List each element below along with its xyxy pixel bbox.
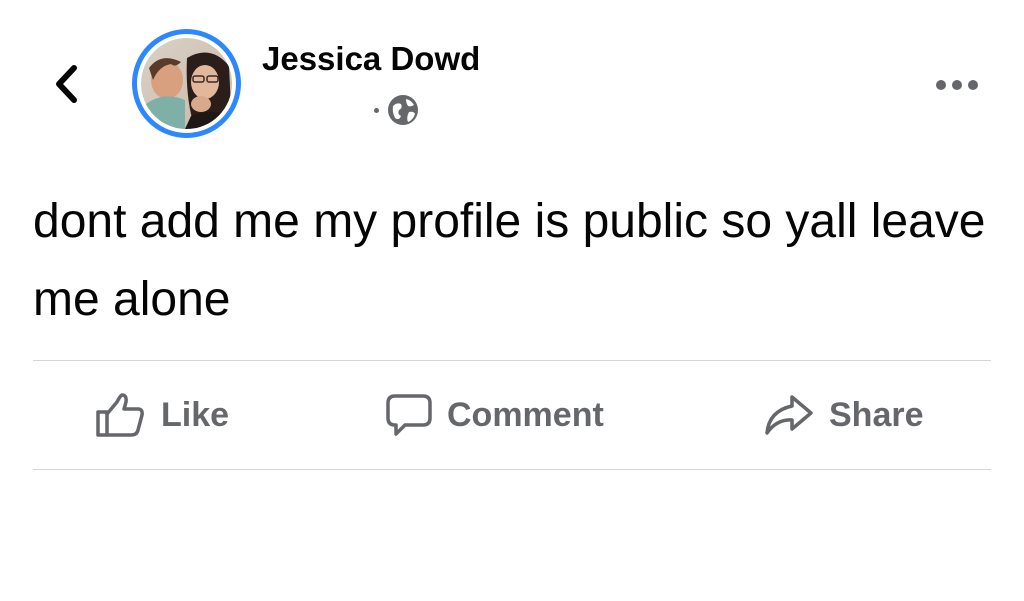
avatar	[141, 38, 232, 129]
more-horizontal-icon	[952, 80, 962, 90]
like-button[interactable]: Like	[95, 361, 229, 469]
meta-separator-dot	[374, 107, 379, 113]
back-button[interactable]	[44, 58, 88, 110]
globe-icon[interactable]	[387, 94, 419, 126]
thumbs-up-icon	[95, 392, 147, 438]
share-button[interactable]: Share	[763, 361, 924, 469]
post-text: dont add me my profile is public so yall…	[33, 195, 986, 326]
divider	[33, 469, 991, 470]
more-horizontal-icon	[936, 80, 946, 90]
share-label: Share	[829, 395, 924, 434]
share-icon	[763, 393, 815, 437]
comment-button[interactable]: Comment	[385, 361, 604, 469]
post-actions-bar: Like Comment Share	[33, 361, 991, 469]
chevron-left-icon	[53, 64, 79, 104]
profile-avatar-button[interactable]	[132, 29, 241, 138]
author-name[interactable]: Jessica Dowd	[262, 40, 480, 78]
like-label: Like	[161, 395, 230, 434]
post-meta	[374, 94, 419, 126]
more-horizontal-icon	[968, 80, 978, 90]
more-options-button[interactable]	[930, 72, 984, 98]
comment-icon	[385, 392, 433, 438]
comment-label: Comment	[447, 395, 604, 434]
